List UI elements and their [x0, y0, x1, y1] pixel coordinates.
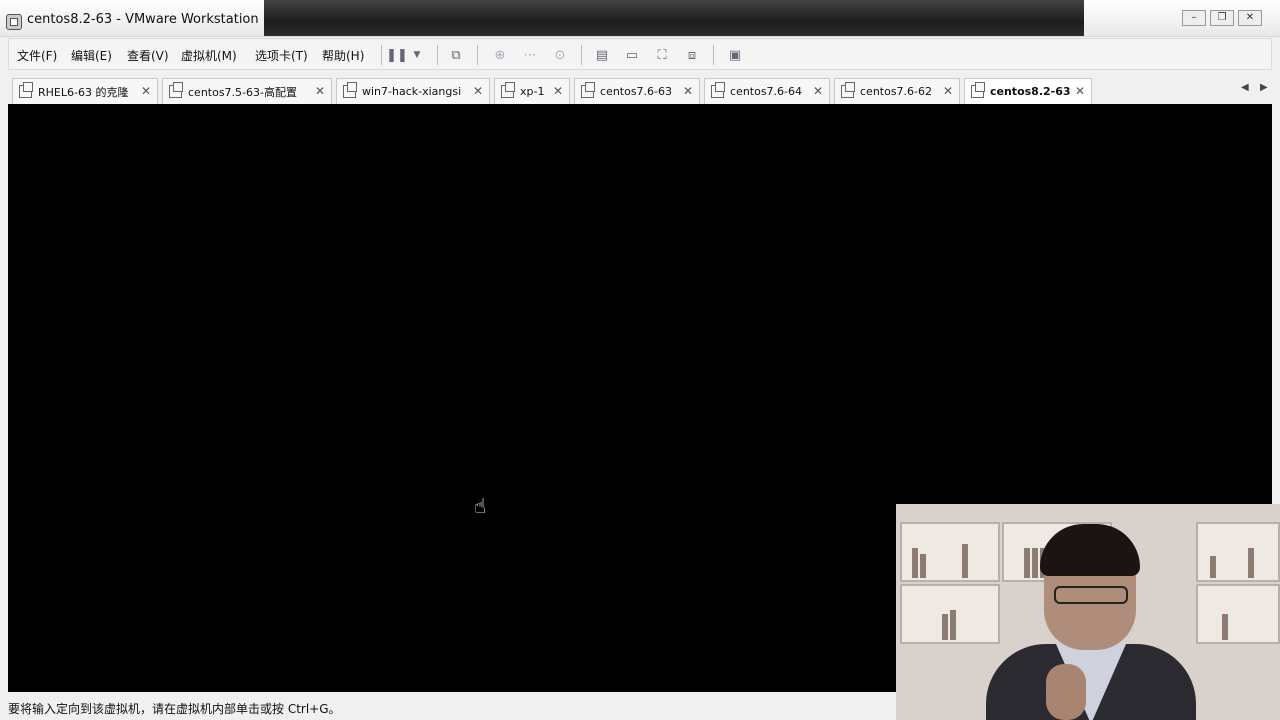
bookshelf: [900, 522, 1000, 582]
vm-icon: [841, 82, 855, 98]
tab-win7-hack-xiangsi[interactable]: win7-hack-xiangsi ✕: [336, 78, 490, 104]
send-ctrl-alt-del-icon[interactable]: ⧉: [446, 45, 466, 65]
toolbar-separator: [437, 45, 438, 65]
close-icon[interactable]: ✕: [943, 84, 953, 98]
menu-vm[interactable]: 虚拟机(M): [181, 47, 237, 64]
close-icon[interactable]: ✕: [473, 84, 483, 98]
vm-tab-bar: RHEL6-63 的克隆 ✕ centos7.5-63-高配置 ✕ win7-h…: [8, 74, 1272, 104]
dropdown-arrow-icon[interactable]: ▼: [407, 45, 427, 65]
restore-icon[interactable]: ❐: [1210, 10, 1234, 26]
snapshot-manager-icon[interactable]: ⊙: [550, 45, 570, 65]
bookshelf: [1196, 522, 1280, 582]
status-message: 要将输入定向到该虚拟机，请在虚拟机内部单击或按 Ctrl+G。: [8, 702, 341, 716]
revert-snapshot-icon[interactable]: ⋯: [520, 45, 540, 65]
tab-centos7-5-63[interactable]: centos7.5-63-高配置 ✕: [162, 78, 332, 104]
close-icon[interactable]: ✕: [553, 84, 563, 98]
vm-icon: [169, 82, 183, 98]
menu-file[interactable]: 文件(F): [17, 47, 57, 64]
pause-icon[interactable]: ❚❚: [386, 45, 408, 65]
menu-edit[interactable]: 编辑(E): [71, 47, 112, 64]
minimize-icon[interactable]: –: [1182, 10, 1206, 26]
menu-view[interactable]: 查看(V): [127, 47, 169, 64]
hand-cursor-icon: ☝: [474, 494, 487, 518]
bookshelf: [1196, 584, 1280, 644]
window-title: centos8.2-63 - VMware Workstation: [27, 12, 259, 27]
close-icon[interactable]: ✕: [1238, 10, 1262, 26]
snapshot-icon[interactable]: ⊕: [490, 45, 510, 65]
tab-centos7-6-64[interactable]: centos7.6-64 ✕: [704, 78, 830, 104]
tab-centos8-2-63[interactable]: centos8.2-63 ✕: [964, 78, 1092, 104]
menu-help[interactable]: 帮助(H): [322, 47, 364, 64]
toolbar-separator: [381, 45, 382, 65]
tab-scroll-right-icon[interactable]: ▶: [1260, 82, 1268, 93]
tab-centos7-6-63[interactable]: centos7.6-63 ✕: [574, 78, 700, 104]
vm-icon: [343, 82, 357, 98]
title-bar-dark-region: [264, 0, 1084, 36]
bookshelf: [900, 584, 1000, 644]
library-icon[interactable]: ▤: [592, 45, 612, 65]
vm-icon: [581, 82, 595, 98]
vmware-app-icon[interactable]: [6, 14, 22, 30]
vm-icon: [971, 82, 985, 98]
vm-icon: [711, 82, 725, 98]
console-view-icon[interactable]: ▭: [622, 45, 642, 65]
vm-icon: [501, 82, 515, 98]
close-icon[interactable]: ✕: [1075, 84, 1085, 98]
close-icon[interactable]: ✕: [141, 84, 151, 98]
tab-xp-1[interactable]: xp-1 ✕: [494, 78, 570, 104]
vm-icon: [19, 82, 33, 98]
menu-tabs[interactable]: 选项卡(T): [255, 47, 308, 64]
webcam-overlay: [896, 504, 1280, 720]
unity-icon[interactable]: ⧈: [682, 45, 702, 65]
window-controls: – ❐ ✕: [1182, 10, 1262, 26]
close-icon[interactable]: ✕: [683, 84, 693, 98]
toolbar-separator: [477, 45, 478, 65]
toolbar-separator: [713, 45, 714, 65]
presenter-glasses: [1054, 586, 1128, 604]
tab-centos7-6-62[interactable]: centos7.6-62 ✕: [834, 78, 960, 104]
thumbnail-view-icon[interactable]: ▣: [725, 45, 745, 65]
fullscreen-icon[interactable]: ⛶: [652, 45, 672, 65]
tab-scroll-left-icon[interactable]: ◀: [1241, 82, 1249, 93]
title-bar: centos8.2-63 - VMware Workstation – ❐ ✕: [0, 0, 1280, 37]
close-icon[interactable]: ✕: [813, 84, 823, 98]
toolbar-separator: [581, 45, 582, 65]
tab-rhel6-63-clone[interactable]: RHEL6-63 的克隆 ✕: [12, 78, 158, 104]
menu-toolbar: 文件(F) 编辑(E) 查看(V) 虚拟机(M) 选项卡(T) 帮助(H) ❚❚…: [8, 38, 1272, 70]
presenter-hand: [1046, 664, 1086, 720]
close-icon[interactable]: ✕: [315, 84, 325, 98]
